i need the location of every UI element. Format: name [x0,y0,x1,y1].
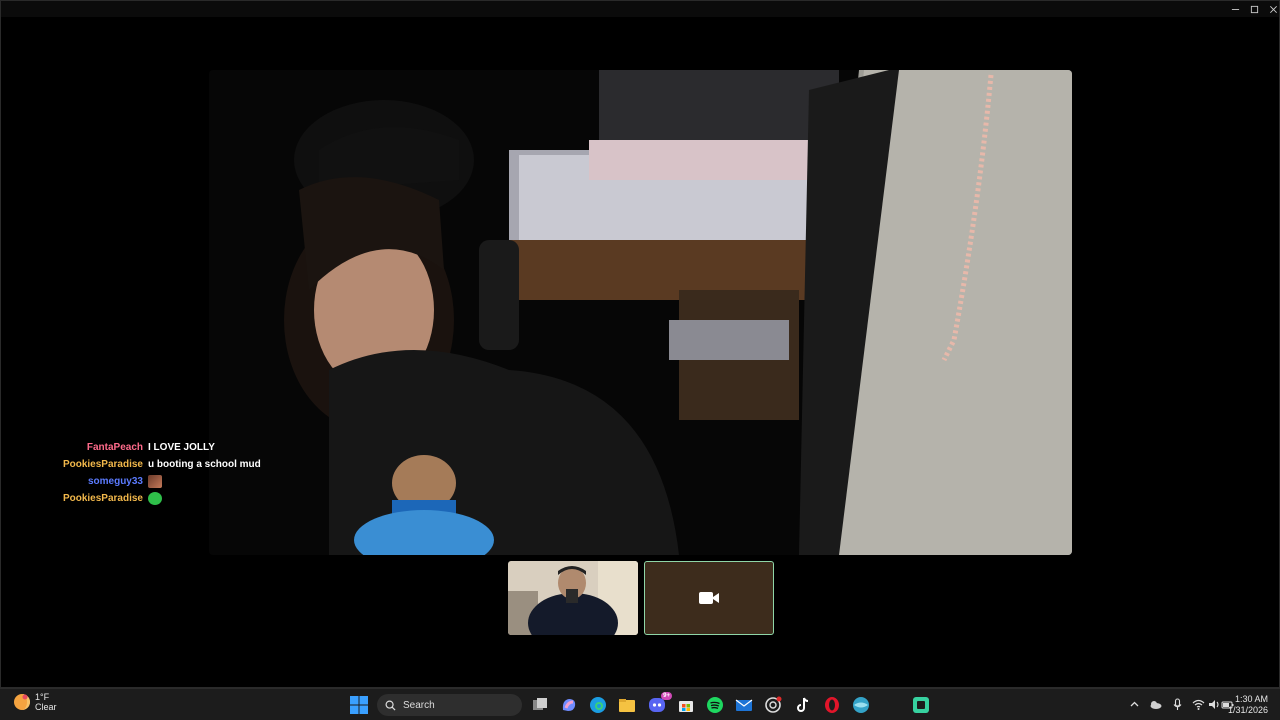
chat-username: PookiesParadise [62,493,143,504]
maximize-icon[interactable] [1244,1,1264,17]
search-icon [385,700,396,711]
participant-video-image [508,561,638,635]
discord-badge: 9+ [661,692,672,700]
system-clock[interactable]: 1:30 AM 1/31/2026 [1228,694,1268,716]
obs-icon[interactable] [912,696,930,714]
green-emote [148,492,162,505]
onedrive-icon[interactable] [1149,698,1162,711]
chevron-up-icon[interactable] [1128,698,1141,711]
chat-text: u booting a school mud [148,459,261,470]
close-icon[interactable] [1263,1,1280,17]
task-view-icon[interactable] [531,696,549,714]
search-placeholder: Search [403,699,435,711]
edge-icon[interactable] [589,696,607,714]
participant-thumbnail-camera-off[interactable] [644,561,774,635]
wifi-icon[interactable] [1192,698,1205,711]
chat-message: someguy33 [61,473,321,490]
chat-message: PookiesParadise u booting a school mud [61,456,321,473]
file-explorer-icon[interactable] [618,696,636,714]
minimize-icon[interactable] [1225,1,1245,17]
windows-start-icon[interactable] [350,696,368,714]
copilot-icon[interactable] [560,696,578,714]
weather-icon [14,694,30,710]
store-icon[interactable] [677,696,695,714]
main-video-feed[interactable] [209,70,1072,555]
stream-window: FantaPeach I LOVE JOLLY PookiesParadise … [0,0,1280,688]
volume-icon[interactable] [1208,698,1221,711]
taskbar: 1°F Clear Search 9+ 1:30 AM 1/31/2026 [0,688,1280,720]
chat-message: PookiesParadise [61,490,321,507]
weather-condition: Clear [35,702,57,712]
chat-overlay: FantaPeach I LOVE JOLLY PookiesParadise … [61,439,321,507]
weather-temp: 1°F [35,692,50,702]
clock-date: 1/31/2026 [1227,705,1268,715]
participant-thumbnail[interactable] [508,561,638,635]
face-emote [148,475,162,488]
chat-text: I LOVE JOLLY [148,442,215,453]
browser-icon[interactable] [852,696,870,714]
chatgpt-icon[interactable] [764,696,782,714]
chat-username: someguy33 [87,476,143,487]
discord-icon[interactable]: 9+ [648,692,672,714]
weather-widget[interactable]: 1°F Clear [12,692,57,712]
video-camera-icon [699,592,719,604]
mail-icon[interactable] [735,696,753,714]
title-bar [1,1,1279,17]
chat-username: FantaPeach [86,442,143,453]
microphone-icon[interactable] [1171,698,1184,711]
taskbar-search[interactable]: Search [377,694,522,716]
tiktok-icon[interactable] [794,696,812,714]
chat-message: FantaPeach I LOVE JOLLY [61,439,321,456]
clock-time: 1:30 AM [1234,694,1268,704]
webcam-video-image [209,70,1072,555]
spotify-icon[interactable] [706,696,724,714]
opera-icon[interactable] [823,696,841,714]
chat-username: PookiesParadise [62,459,143,470]
